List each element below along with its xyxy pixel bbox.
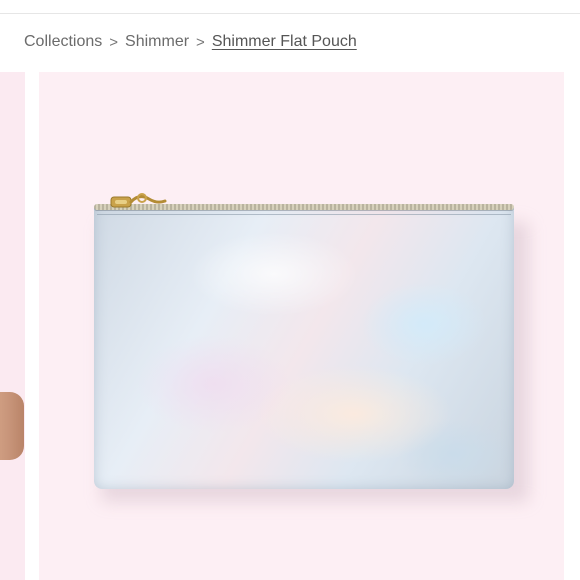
main-product-image[interactable]: [39, 72, 564, 580]
breadcrumb-shimmer-link[interactable]: Shimmer: [125, 33, 189, 51]
breadcrumb: Collections > Shimmer > Shimmer Flat Pou…: [24, 31, 357, 53]
zipper-pull-icon: [110, 193, 167, 208]
breadcrumb-current-page[interactable]: Shimmer Flat Pouch: [212, 33, 357, 51]
breadcrumb-separator: >: [109, 33, 119, 51]
breadcrumb-collections-link[interactable]: Collections: [24, 33, 102, 51]
breadcrumb-separator: >: [196, 33, 205, 51]
hand-image-fragment: [0, 392, 24, 460]
product-image-gallery[interactable]: [0, 72, 580, 580]
pouch-seam: [97, 214, 511, 215]
next-slide-edge: [572, 72, 580, 580]
pouch-body: [94, 204, 514, 489]
header-divider: [0, 13, 580, 14]
previous-slide-image[interactable]: [0, 72, 25, 580]
